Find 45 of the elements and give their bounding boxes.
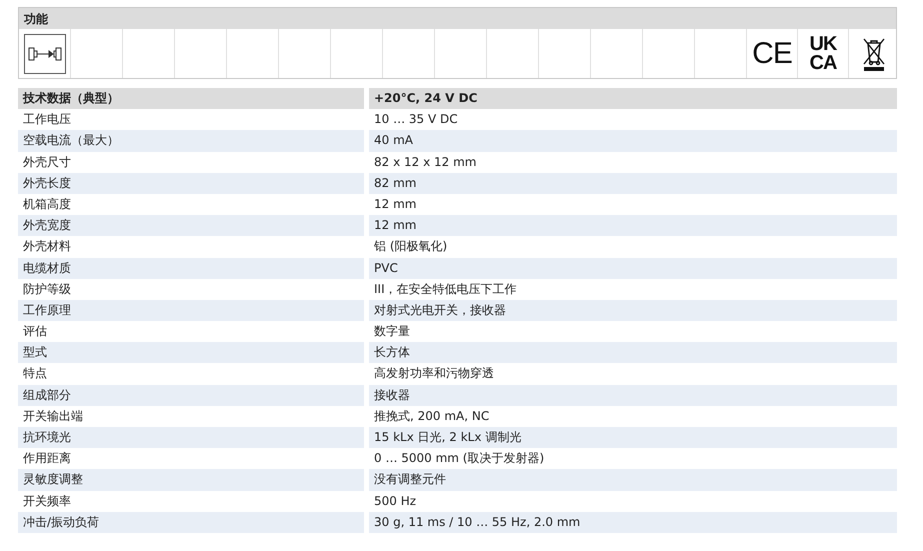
spec-label: 作用距离	[22, 450, 72, 468]
spec-value: 10 … 35 V DC	[373, 111, 459, 128]
spec-value: 15 kLx 日光, 2 kLx 调制光	[369, 427, 897, 448]
spec-value: 没有调整元件	[369, 469, 897, 491]
column-header: +20°C, 24 V DC	[369, 88, 897, 110]
spec-value: 高发射功率和污物穿透	[373, 365, 495, 382]
spec-label: 特点	[22, 365, 48, 382]
spec-value: 500 Hz	[373, 492, 418, 510]
spec-label: 开关输出端	[22, 408, 84, 425]
spec-value: 长方体	[369, 342, 897, 364]
spec-label: 抗环境光	[18, 427, 364, 448]
spec-label: 电缆材质	[18, 258, 364, 279]
spec-value: 对射式光电开关，接收器	[369, 300, 897, 322]
spec-label: 防护等级	[22, 280, 72, 298]
spec-label: 组成部分	[18, 384, 364, 406]
spec-value: 30 g, 11 ms / 10 … 55 Hz, 2.0 mm	[369, 512, 897, 533]
spec-label: 灵敏度调整	[18, 469, 364, 491]
spec-value: 12 mm	[369, 215, 897, 236]
spec-value: 数字量	[373, 323, 411, 340]
spec-label: 空载电流（最大）	[18, 130, 364, 152]
spec-value: 82 x 12 x 12 mm	[373, 154, 478, 171]
spec-label: 外壳材料	[22, 238, 72, 256]
spec-label: 评估	[22, 323, 48, 340]
spec-value: 12 mm	[373, 196, 418, 213]
spec-value: 0 … 5000 mm (取决于发射器)	[373, 450, 546, 468]
spec-label: 外壳长度	[18, 172, 364, 194]
spec-label: 外壳宽度	[18, 215, 364, 236]
spec-value: 82 mm	[369, 172, 897, 194]
spec-value: PVC	[369, 258, 897, 279]
spec-label: 外壳尺寸	[22, 154, 72, 171]
ce-mark: CE	[752, 38, 792, 68]
spec-label: 开关频率	[22, 492, 72, 510]
spec-value: III，在安全特低电压下工作	[373, 280, 518, 298]
column-header: 技术数据（典型）	[18, 88, 364, 110]
spec-label: 冲击/振动负荷	[18, 512, 364, 533]
spec-value: 40 mA	[369, 130, 897, 152]
spec-value: 铝 (阳极氧化)	[373, 238, 448, 256]
spec-value: 推挽式, 200 mA, NC	[373, 408, 490, 425]
spec-label: 机箱高度	[22, 196, 72, 213]
ukca-mark: UK CA	[810, 34, 836, 72]
spec-value: 接收器	[369, 384, 897, 406]
spec-label: 工作原理	[18, 300, 364, 322]
spec-label: 工作电压	[22, 111, 72, 128]
panel-title: 功能	[19, 8, 896, 29]
spec-label: 型式	[18, 342, 364, 364]
